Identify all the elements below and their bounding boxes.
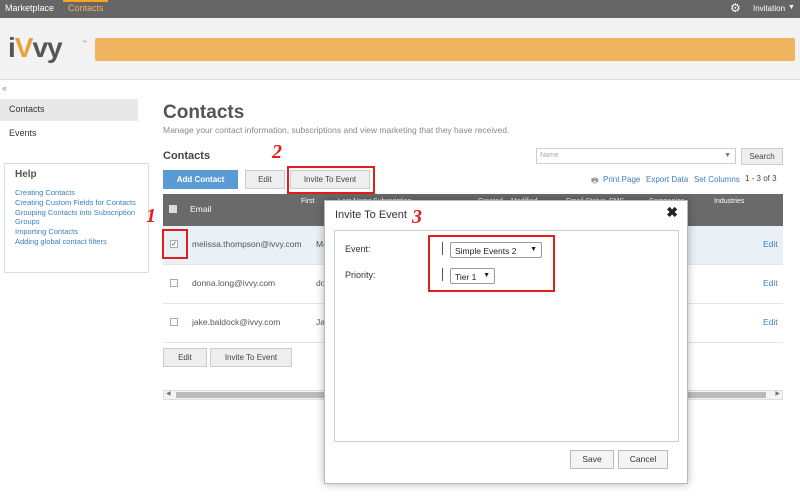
page-title: Contacts: [163, 102, 245, 123]
app-header: iVvy ™: [0, 18, 800, 80]
bottom-invite-to-event-button[interactable]: Invite To Event: [210, 348, 292, 367]
sidebar-item-events[interactable]: Events: [0, 123, 138, 145]
logo-trademark: ™: [82, 40, 87, 46]
scroll-left-icon[interactable]: ◀: [166, 390, 171, 397]
row-email: donna.long@ivvy.com: [192, 278, 276, 288]
row-checkbox[interactable]: [170, 318, 178, 326]
chevron-down-icon[interactable]: ▼: [788, 4, 795, 11]
bottom-edit-button[interactable]: Edit: [163, 348, 207, 367]
name-filter-select[interactable]: Name ▼: [536, 148, 736, 164]
print-page-link[interactable]: Print Page: [603, 175, 640, 184]
add-contact-button[interactable]: Add Contact: [163, 170, 238, 189]
help-link-grouping[interactable]: Grouping Contacts into Subscription Grou…: [15, 208, 138, 226]
annotation-box-fields: [428, 235, 555, 292]
select-all-checkbox[interactable]: [169, 205, 177, 213]
save-button[interactable]: Save: [570, 450, 614, 469]
result-count: 1 - 3 of 3: [745, 174, 777, 183]
column-first-name[interactable]: First Name: [301, 197, 315, 206]
annotation-number-1: 1: [146, 205, 156, 227]
annotation-number-2: 2: [272, 141, 282, 163]
section-title: Contacts: [163, 150, 211, 162]
nav-contacts[interactable]: Contacts: [68, 3, 104, 13]
annotation-box-invite: [287, 166, 375, 194]
user-menu[interactable]: Invitation: [753, 4, 785, 13]
help-title: Help: [15, 169, 37, 180]
row-checkbox[interactable]: [170, 279, 178, 287]
chevron-down-icon: ▼: [724, 152, 731, 159]
annotation-box-checkbox: [162, 229, 188, 259]
printer-icon[interactable]: 🖶: [591, 175, 599, 189]
banner-bar: [95, 38, 795, 61]
row-edit-link[interactable]: Edit: [763, 317, 778, 327]
row-edit-link[interactable]: Edit: [763, 278, 778, 288]
name-filter-placeholder: Name: [540, 152, 559, 159]
help-panel: Help Creating Contacts Creating Custom F…: [4, 163, 149, 273]
page-subtitle: Manage your contact information, subscri…: [163, 125, 510, 135]
row-edit-link[interactable]: Edit: [763, 239, 778, 249]
nav-marketplace[interactable]: Marketplace: [5, 3, 54, 13]
gear-icon[interactable]: ⚙: [730, 1, 741, 15]
close-icon[interactable]: ✖: [666, 204, 678, 221]
help-link-creating-contacts[interactable]: Creating Contacts: [15, 188, 138, 197]
search-button[interactable]: Search: [741, 148, 783, 165]
edit-button[interactable]: Edit: [245, 170, 285, 189]
event-label: Event:: [345, 244, 371, 254]
help-link-custom-fields[interactable]: Creating Custom Fields for Contacts: [15, 198, 138, 207]
sidebar-item-contacts[interactable]: Contacts: [0, 99, 138, 121]
help-link-importing[interactable]: Importing Contacts: [15, 227, 138, 236]
top-nav-bar: Marketplace Contacts ⚙ Invitation ▼: [0, 0, 800, 18]
help-link-filters[interactable]: Adding global contact filters: [15, 237, 138, 246]
active-tab-indicator: [63, 0, 108, 2]
column-industries[interactable]: Industries: [714, 197, 744, 206]
export-data-link[interactable]: Export Data: [646, 175, 688, 184]
scroll-right-icon[interactable]: ▶: [775, 390, 780, 397]
row-email: jake.baldock@ivvy.com: [192, 317, 281, 327]
row-email: melissa.thompson@ivvy.com: [192, 239, 302, 249]
annotation-number-3: 3: [412, 206, 422, 228]
logo[interactable]: iVvy: [8, 32, 63, 64]
set-columns-link[interactable]: Set Columns: [694, 175, 740, 184]
sidebar-collapse-icon[interactable]: «: [2, 83, 7, 93]
priority-label: Priority:: [345, 270, 376, 280]
dialog-title: Invite To Event: [335, 209, 407, 221]
column-email[interactable]: Email: [190, 204, 211, 214]
cancel-button[interactable]: Cancel: [618, 450, 668, 469]
